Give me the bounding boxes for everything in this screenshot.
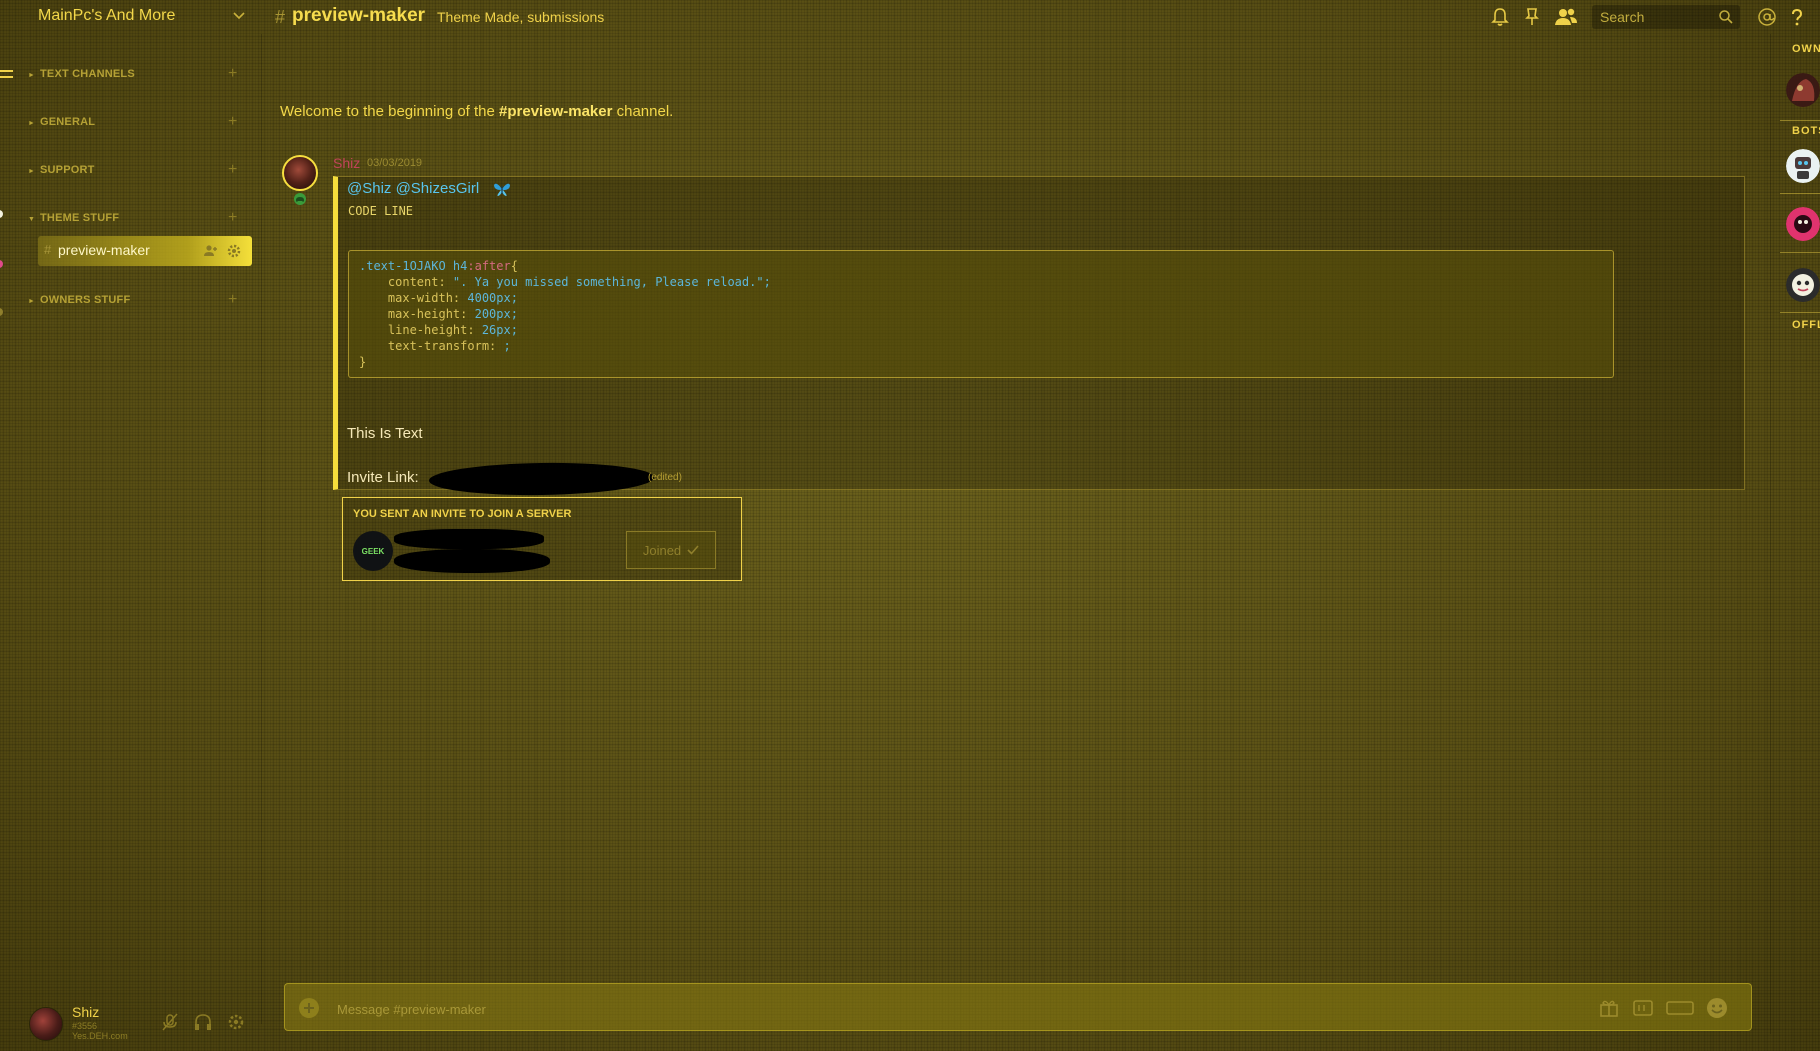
message-embed: @Shiz @ShizesGirl CODE LINE .text-1OJAKO… [333,176,1745,497]
member-section-bots: BOTS [1792,125,1820,137]
server-icon[interactable]: GEEK [353,531,393,571]
sidebar-item-preview-maker[interactable]: # preview-maker [38,236,252,266]
divider [1780,252,1820,253]
message-author[interactable]: Shiz [333,155,360,171]
gear-icon[interactable] [226,243,242,259]
member-section-offline: OFFL [1792,319,1820,331]
pin-icon[interactable] [1521,6,1543,28]
bot-avatar-image [1786,207,1820,241]
menu-icon[interactable] [0,70,13,78]
bot-avatar-image [1786,268,1820,302]
redacted-invite-link[interactable] [428,461,655,497]
member-avatar[interactable] [1786,268,1820,302]
sticker-icon[interactable] [1665,996,1695,1020]
channel-hash-icon: # [44,242,52,257]
divider [1780,312,1820,313]
guild-header[interactable]: MainPc's And More [0,0,262,34]
inline-code-label: CODE LINE [348,204,414,218]
emoji-icon[interactable] [1705,996,1729,1020]
member-avatar[interactable] [1786,207,1820,241]
user-mentions[interactable]: @Shiz @ShizesGirl [347,180,479,197]
avatar[interactable] [29,1007,63,1041]
code-block: .text-1OJAKO h4:after{ content: ". Ya yo… [348,250,1614,378]
owner-avatar-image [1786,73,1820,107]
checkmark-icon [687,545,699,555]
message-timestamp: 03/03/2019 [367,157,423,169]
channel-hash-icon: # [275,7,286,27]
edited-marker: (edited) [648,472,682,483]
user-discriminator: #3556 [72,1021,98,1031]
search-box[interactable] [1592,5,1740,29]
collapse-arrow-icon: ► [28,120,36,127]
upload-plus-icon[interactable] [297,996,321,1020]
gif-icon[interactable] [1631,996,1655,1020]
game-controller-icon [294,193,306,205]
collapse-arrow-icon: ► [28,168,36,175]
bot-avatar-image [1786,149,1820,183]
message-input[interactable] [337,998,1237,1020]
member-avatar[interactable] [1786,73,1820,107]
search-input[interactable] [1592,5,1712,29]
mention-icon[interactable] [1756,6,1778,28]
message-text: This Is Text [347,425,423,442]
add-channel-icon[interactable]: + [228,209,237,227]
channel-welcome-text: Welcome to the beginning of the #preview… [280,103,674,120]
members-sidebar [1770,34,1820,1034]
server-invite-card: YOU SENT AN INVITE TO JOIN A SERVER GEEK… [342,497,742,581]
headphones-icon[interactable] [193,1012,213,1032]
joined-button[interactable]: Joined [626,531,716,569]
collapse-arrow-icon: ▼ [28,216,36,223]
divider [1780,193,1820,194]
help-icon[interactable] [1786,6,1808,28]
invite-people-icon[interactable] [202,243,218,259]
redacted-server-name [394,529,544,549]
invite-title: YOU SENT AN INVITE TO JOIN A SERVER [353,508,572,520]
welcome-channel-mention[interactable]: #preview-maker [499,103,612,120]
message-composer[interactable] [284,983,1752,1031]
channel-topic[interactable]: Theme Made, submissions [437,9,604,25]
collapse-arrow-icon: ► [28,298,36,305]
gift-icon[interactable] [1597,996,1621,1020]
member-avatar[interactable] [1786,149,1820,183]
collapse-arrow-icon: ► [28,72,36,79]
user-status-text: Yes.DEH.com [72,1031,128,1041]
members-icon[interactable] [1553,6,1579,28]
user-name: Shiz [72,1004,100,1020]
invite-link-label: Invite Link: [347,469,419,486]
search-icon[interactable] [1718,9,1734,25]
message-avatar[interactable] [282,155,318,191]
bell-icon[interactable] [1489,6,1511,28]
member-section-owners: OWN [1792,43,1820,55]
chevron-down-icon[interactable] [232,8,246,22]
butterfly-emoji-icon [494,183,510,196]
redacted-server-details [394,549,550,573]
add-channel-icon[interactable]: + [228,161,237,179]
add-channel-icon[interactable]: + [228,65,237,83]
user-settings-gear-icon[interactable] [226,1012,246,1032]
mute-microphone-icon[interactable] [160,1012,180,1032]
channel-sidebar [0,34,262,1024]
channel-title: preview-maker [292,5,426,26]
add-channel-icon[interactable]: + [228,113,237,131]
add-channel-icon[interactable]: + [228,291,237,309]
sidebar-item-label: preview-maker [58,242,150,258]
divider [1780,120,1820,121]
guild-name: MainPc's And More [38,7,176,24]
